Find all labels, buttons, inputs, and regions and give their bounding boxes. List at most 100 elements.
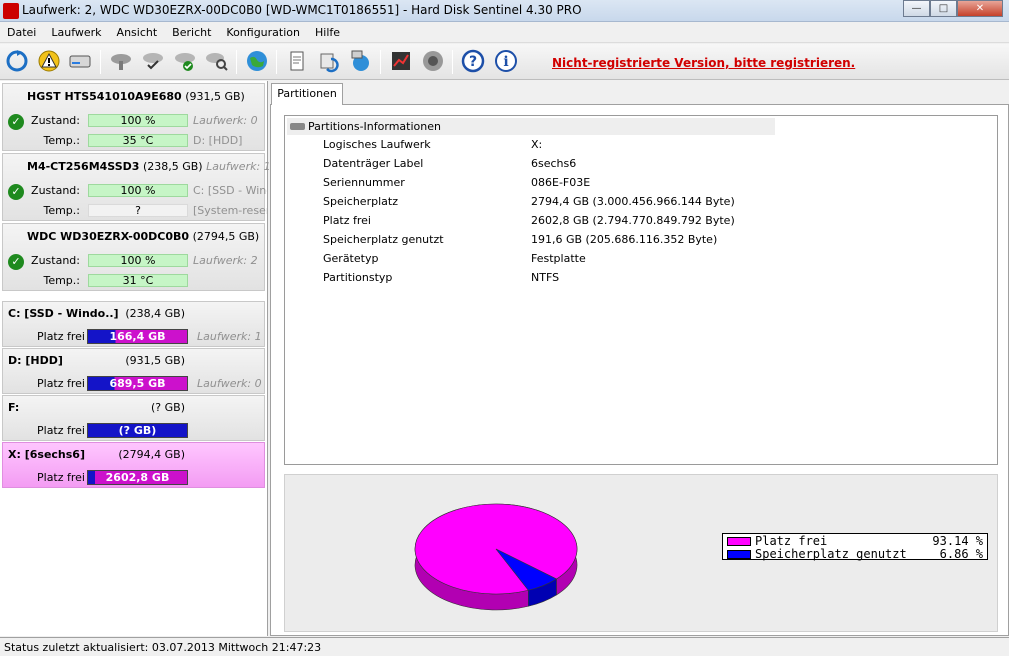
menu-ansicht[interactable]: Ansicht <box>110 23 166 42</box>
info-key: Seriennummer <box>323 176 405 189</box>
chart-icon[interactable] <box>388 48 414 74</box>
info-key: Platz frei <box>323 214 371 227</box>
free-space-bar: 166,4 GB <box>87 329 188 344</box>
partition-size: (? GB) <box>151 401 185 414</box>
report-icon[interactable] <box>284 48 310 74</box>
health-label: Zustand: <box>31 114 80 127</box>
alert-icon[interactable] <box>36 48 62 74</box>
window-title: Laufwerk: 2, WDC WD30EZRX-00DC0B0 [WD-WM… <box>22 3 582 17</box>
disk-name: WDC WD30EZRX-00DC0B0 <box>27 230 190 243</box>
minimize-button[interactable]: — <box>903 0 930 17</box>
free-space-bar: 2602,8 GB <box>87 470 188 485</box>
close-button[interactable]: ✕ <box>957 0 1003 17</box>
legend-item: Speicherplatz genutzt 6.86 % <box>725 547 985 561</box>
drive-index-note: Laufwerk: 1 <box>206 160 271 173</box>
globe-icon[interactable] <box>244 48 270 74</box>
device-list-panel: HGST HTS541010A9E680 (931,5 GB) ✓ Zustan… <box>0 81 271 636</box>
menu-datei[interactable]: Datei <box>0 23 44 42</box>
partition-size: (931,5 GB) <box>125 354 185 367</box>
temp-label: Temp.: <box>43 274 80 287</box>
volume-note: [System-reserviert] <box>193 204 267 217</box>
partition-info-box: Partitions-Informationen Logisches Laufw… <box>284 115 998 465</box>
legend-name: Speicherplatz genutzt <box>755 547 907 561</box>
info-value: NTFS <box>531 271 560 284</box>
info-value: 191,6 GB (205.686.116.352 Byte) <box>531 233 718 246</box>
svg-text:?: ? <box>469 54 477 70</box>
menu-hilfe[interactable]: Hilfe <box>308 23 348 42</box>
info-row: Seriennummer 086E-F03E <box>285 174 985 193</box>
volume-note: D: [HDD] <box>193 134 243 147</box>
details-panel: Partitions-Informationen Logisches Laufw… <box>270 81 1009 636</box>
unregistered-link[interactable]: Nicht-registrierte Version, bitte regist… <box>552 56 855 70</box>
disk-icon <box>290 123 305 130</box>
info-key: Gerätetyp <box>323 252 379 265</box>
legend-name: Platz frei <box>755 534 828 548</box>
partition-info-header: Partitions-Informationen <box>287 118 775 135</box>
menu-konfiguration[interactable]: Konfiguration <box>219 23 308 42</box>
disk-grey-icon[interactable] <box>108 48 134 74</box>
partition-size: (2794,4 GB) <box>118 448 185 461</box>
volume-note: C: [SSD - Windo <box>193 184 267 197</box>
menu-bericht[interactable]: Bericht <box>165 23 219 42</box>
info-row: Platz frei 2602,8 GB (2.794.770.849.792 … <box>285 212 985 231</box>
network-icon[interactable] <box>348 48 374 74</box>
health-ok-icon: ✓ <box>8 254 24 270</box>
health-bar: 100 % <box>88 184 188 197</box>
info-row: Partitionstyp NTFS <box>285 269 985 288</box>
free-label: Platz frei <box>37 330 85 343</box>
partition-card-x[interactable]: X: [6sechs6] (2794,4 GB) Platz frei 2602… <box>2 442 265 488</box>
free-label: Platz frei <box>37 424 85 437</box>
health-label: Zustand: <box>31 184 80 197</box>
health-bar: 100 % <box>88 114 188 127</box>
tab-content: Partitions-Informationen Logisches Laufw… <box>270 104 1009 636</box>
info-value: 6sechs6 <box>531 157 577 170</box>
info-icon[interactable]: i <box>493 48 519 74</box>
info-row: Datenträger Label 6sechs6 <box>285 155 985 174</box>
menu-laufwerk[interactable]: Laufwerk <box>44 23 109 42</box>
health-ok-icon: ✓ <box>8 184 24 200</box>
disk-search-icon[interactable] <box>204 48 230 74</box>
sound-icon[interactable] <box>420 48 446 74</box>
svg-text:i: i <box>503 54 508 70</box>
disk-card-hgst[interactable]: HGST HTS541010A9E680 (931,5 GB) ✓ Zustan… <box>2 83 265 151</box>
disk-icon[interactable] <box>67 48 93 74</box>
title-bar: Laufwerk: 2, WDC WD30EZRX-00DC0B0 [WD-WM… <box>0 0 1009 22</box>
partition-size: (238,4 GB) <box>125 307 185 320</box>
sync-icon[interactable] <box>316 48 342 74</box>
partition-card-d[interactable]: D: [HDD] (931,5 GB) Platz frei 689,5 GB … <box>2 348 265 394</box>
info-row: Logisches Laufwerk X: <box>285 136 985 155</box>
health-label: Zustand: <box>31 254 80 267</box>
partition-name: C: [SSD - Windo..] <box>8 307 119 320</box>
disk-name: HGST HTS541010A9E680 <box>27 90 182 103</box>
temp-label: Temp.: <box>43 134 80 147</box>
free-space-bar: (? GB) <box>87 423 188 438</box>
temp-bar: ? <box>88 204 188 217</box>
temp-label: Temp.: <box>43 204 80 217</box>
tab-partitionen[interactable]: Partitionen <box>271 83 343 105</box>
maximize-button[interactable]: □ <box>930 0 957 17</box>
disk-size: (238,5 GB) <box>142 160 203 173</box>
disk-card-wdc[interactable]: WDC WD30EZRX-00DC0B0 (2794,5 GB) ✓ Zusta… <box>2 223 265 291</box>
disk-ok-icon[interactable] <box>172 48 198 74</box>
legend-swatch <box>727 550 751 559</box>
disk-heading: WDC WD30EZRX-00DC0B0 (2794,5 GB) <box>27 230 259 243</box>
info-value: Festplatte <box>531 252 586 265</box>
disk-name: M4-CT256M4SSD3 <box>27 160 140 173</box>
info-value: 2602,8 GB (2.794.770.849.792 Byte) <box>531 214 735 227</box>
legend-percent: 6.86 % <box>939 547 983 561</box>
temp-bar: 35 °C <box>88 134 188 147</box>
info-key: Datenträger Label <box>323 157 424 170</box>
drive-index-note: Laufwerk: 1 <box>197 330 262 343</box>
info-key: Speicherplatz genutzt <box>323 233 444 246</box>
partition-card-f[interactable]: F: (? GB) Platz frei (? GB) <box>2 395 265 441</box>
refresh-icon[interactable] <box>4 48 30 74</box>
disk-card-m4[interactable]: M4-CT256M4SSD3 (238,5 GB) Laufwerk: 1 ✓ … <box>2 153 271 221</box>
disk-check-icon[interactable] <box>140 48 166 74</box>
partition-card-c[interactable]: C: [SSD - Windo..] (238,4 GB) Platz frei… <box>2 301 265 347</box>
section-title: Partitions-Informationen <box>308 120 441 133</box>
status-text: Status zuletzt aktualisiert: 03.07.2013 … <box>4 641 322 654</box>
disk-size: (931,5 GB) <box>185 90 245 103</box>
pie-legend: Platz frei 93.14 % Speicherplatz genutzt… <box>722 533 988 561</box>
help-icon[interactable]: ? <box>460 48 486 74</box>
usage-pie-chart: Platz frei 93.14 % Speicherplatz genutzt… <box>284 474 998 632</box>
